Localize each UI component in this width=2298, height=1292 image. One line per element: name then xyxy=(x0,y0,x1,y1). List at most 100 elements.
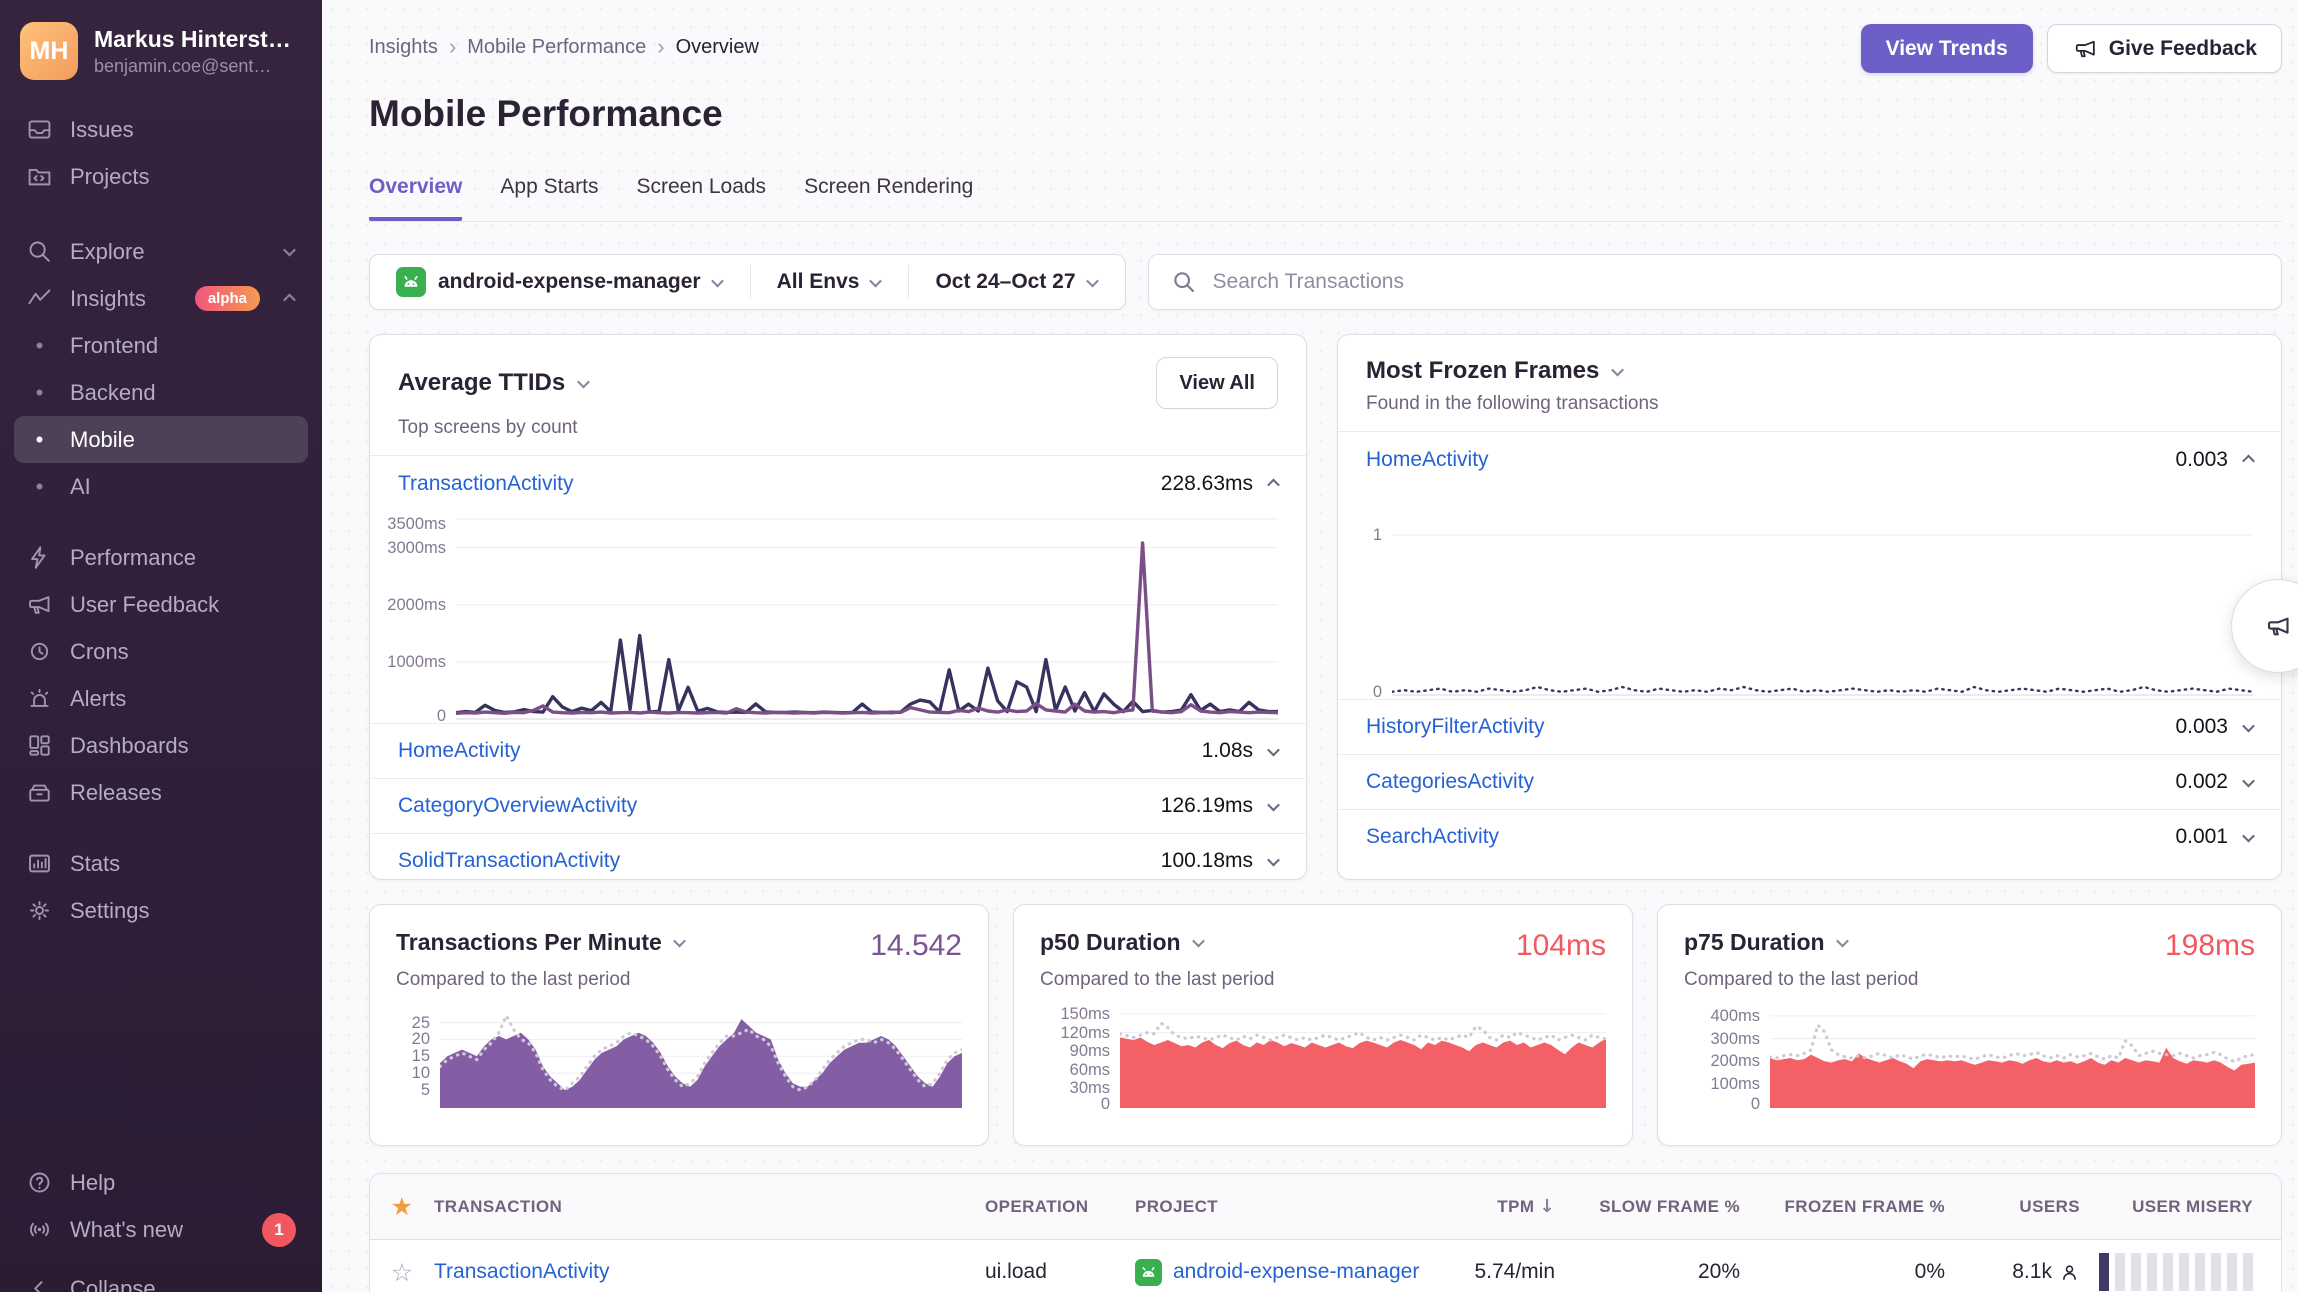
sidebar-item-performance[interactable]: Performance xyxy=(14,534,308,581)
sidebar-item-label: Stats xyxy=(70,851,296,877)
chevron-up-icon[interactable] xyxy=(2242,455,2255,468)
issues-icon xyxy=(26,116,53,143)
user-misery-bar xyxy=(2080,1253,2281,1291)
chevron-up-icon[interactable] xyxy=(1267,479,1280,492)
tpm-value: 14.542 xyxy=(870,929,962,963)
folder-code-icon xyxy=(26,163,53,190)
tab-overview[interactable]: Overview xyxy=(369,175,462,221)
chevron-down-icon xyxy=(711,274,724,287)
sidebar-item-mobile[interactable]: • Mobile xyxy=(14,416,308,463)
environment-selector-label: All Envs xyxy=(777,270,860,294)
p75-title[interactable]: p75 Duration xyxy=(1684,929,1849,956)
transaction-link[interactable]: CategoriesActivity xyxy=(1366,770,2175,794)
sidebar-nav: Issues Projects Explore Insights alpha •… xyxy=(0,98,322,934)
chevron-down-icon[interactable] xyxy=(1267,743,1280,756)
sidebar-item-crons[interactable]: Crons xyxy=(14,628,308,675)
project-link[interactable]: android-expense-manager xyxy=(1173,1260,1419,1284)
p75-subtitle: Compared to the last period xyxy=(1684,969,2255,991)
sidebar-item-projects[interactable]: Projects xyxy=(14,153,308,200)
sidebar-item-label: Projects xyxy=(70,164,296,190)
sidebar-item-insights[interactable]: Insights alpha xyxy=(14,275,308,322)
frozen-row-expanded: HomeActivity 0.003 xyxy=(1338,432,2281,487)
col-transaction[interactable]: TRANSACTION xyxy=(434,1197,985,1217)
sidebar-item-explore[interactable]: Explore xyxy=(14,228,308,275)
transaction-link[interactable]: TransactionActivity xyxy=(434,1260,609,1283)
project-cell: android-expense-manager xyxy=(1135,1259,1425,1286)
chevron-down-icon[interactable] xyxy=(2242,719,2255,732)
p50-title[interactable]: p50 Duration xyxy=(1040,929,1205,956)
sidebar-collapse-button[interactable]: Collapse xyxy=(14,1265,308,1292)
alpha-badge: alpha xyxy=(195,286,260,311)
sidebar-item-ai[interactable]: • AI xyxy=(14,463,308,510)
sidebar-item-dashboards[interactable]: Dashboards xyxy=(14,722,308,769)
sidebar-item-releases[interactable]: Releases xyxy=(14,769,308,816)
sidebar-item-user-feedback[interactable]: User Feedback xyxy=(14,581,308,628)
sidebar-item-label: Backend xyxy=(70,380,296,406)
sidebar-item-label: Issues xyxy=(70,117,296,143)
tpm-chart-plot xyxy=(440,1005,962,1109)
sidebar-item-backend[interactable]: • Backend xyxy=(14,369,308,416)
chevron-down-icon[interactable] xyxy=(1267,853,1280,866)
row-value: 228.63ms xyxy=(1161,472,1253,496)
tab-screen-loads[interactable]: Screen Loads xyxy=(636,175,766,221)
give-feedback-button[interactable]: Give Feedback xyxy=(2047,24,2282,73)
chevron-down-icon xyxy=(1192,935,1205,948)
page-filter-bar: android-expense-manager All Envs Oct 24–… xyxy=(369,254,1126,310)
star-outline-icon[interactable]: ☆ xyxy=(370,1258,434,1287)
sidebar-item-label: Help xyxy=(70,1170,296,1196)
sidebar-item-alerts[interactable]: Alerts xyxy=(14,675,308,722)
breadcrumb-mobile-performance[interactable]: Mobile Performance xyxy=(467,36,646,59)
user-menu[interactable]: MH Markus Hinterst… benjamin.coe@sent… xyxy=(0,0,322,98)
sidebar-item-issues[interactable]: Issues xyxy=(14,106,308,153)
most-frozen-frames-title[interactable]: Most Frozen Frames xyxy=(1366,357,1624,385)
sidebar-item-whats-new[interactable]: What's new 1 xyxy=(14,1206,308,1253)
avatar: MH xyxy=(20,22,78,80)
megaphone-icon xyxy=(2072,36,2099,61)
col-tpm[interactable]: TPM ↓ xyxy=(1425,1196,1555,1217)
tpm-title[interactable]: Transactions Per Minute xyxy=(396,929,686,956)
col-frozen-frame[interactable]: FROZEN FRAME % xyxy=(1740,1197,1945,1217)
sidebar-item-settings[interactable]: Settings xyxy=(14,887,308,934)
search-transactions-input[interactable] xyxy=(1211,269,2259,295)
environment-selector[interactable]: All Envs xyxy=(751,255,909,309)
average-ttids-title[interactable]: Average TTIDs xyxy=(398,369,590,397)
breadcrumb-insights[interactable]: Insights xyxy=(369,36,438,59)
tab-screen-rendering[interactable]: Screen Rendering xyxy=(804,175,973,221)
insights-icon xyxy=(26,285,53,312)
sidebar-item-label: Crons xyxy=(70,639,296,665)
star-icon[interactable]: ★ xyxy=(370,1192,434,1221)
col-slow-frame[interactable]: SLOW FRAME % xyxy=(1555,1197,1740,1217)
operation-cell: ui.load xyxy=(985,1260,1135,1284)
transaction-link[interactable]: SearchActivity xyxy=(1366,825,2175,849)
project-selector[interactable]: android-expense-manager xyxy=(370,255,750,309)
transaction-link[interactable]: HistoryFilterActivity xyxy=(1366,715,2175,739)
gear-icon xyxy=(26,897,53,924)
tab-app-starts[interactable]: App Starts xyxy=(500,175,598,221)
sidebar-item-frontend[interactable]: • Frontend xyxy=(14,322,308,369)
sidebar-item-label: Performance xyxy=(70,545,296,571)
col-project[interactable]: PROJECT xyxy=(1135,1197,1425,1217)
transaction-link[interactable]: SolidTransactionActivity xyxy=(398,849,1161,873)
sidebar-item-label: Frontend xyxy=(70,333,296,359)
date-range-selector[interactable]: Oct 24–Oct 27 xyxy=(909,255,1124,309)
col-user-misery[interactable]: USER MISERY xyxy=(2080,1197,2281,1217)
view-all-button[interactable]: View All xyxy=(1156,357,1278,409)
chevron-down-icon[interactable] xyxy=(2242,774,2255,787)
project-selector-label: android-expense-manager xyxy=(438,270,701,294)
sidebar-item-stats[interactable]: Stats xyxy=(14,840,308,887)
transaction-link[interactable]: CategoryOverviewActivity xyxy=(398,794,1161,818)
transaction-link[interactable]: TransactionActivity xyxy=(398,472,1161,496)
transaction-link[interactable]: HomeActivity xyxy=(1366,448,2175,472)
chevron-down-icon[interactable] xyxy=(1267,798,1280,811)
col-users[interactable]: USERS xyxy=(1945,1197,2080,1217)
date-range-label: Oct 24–Oct 27 xyxy=(935,270,1075,294)
notification-badge: 1 xyxy=(262,1213,296,1247)
transaction-link[interactable]: HomeActivity xyxy=(398,739,1202,763)
sidebar-item-label: Settings xyxy=(70,898,296,924)
view-trends-button[interactable]: View Trends xyxy=(1861,24,2033,73)
sidebar-item-help[interactable]: Help xyxy=(14,1159,308,1206)
ttids-chart: 3500ms3000ms2000ms1000ms0 xyxy=(376,515,1278,721)
lightning-icon xyxy=(26,544,53,571)
chevron-down-icon[interactable] xyxy=(2242,829,2255,842)
col-operation[interactable]: OPERATION xyxy=(985,1197,1135,1217)
